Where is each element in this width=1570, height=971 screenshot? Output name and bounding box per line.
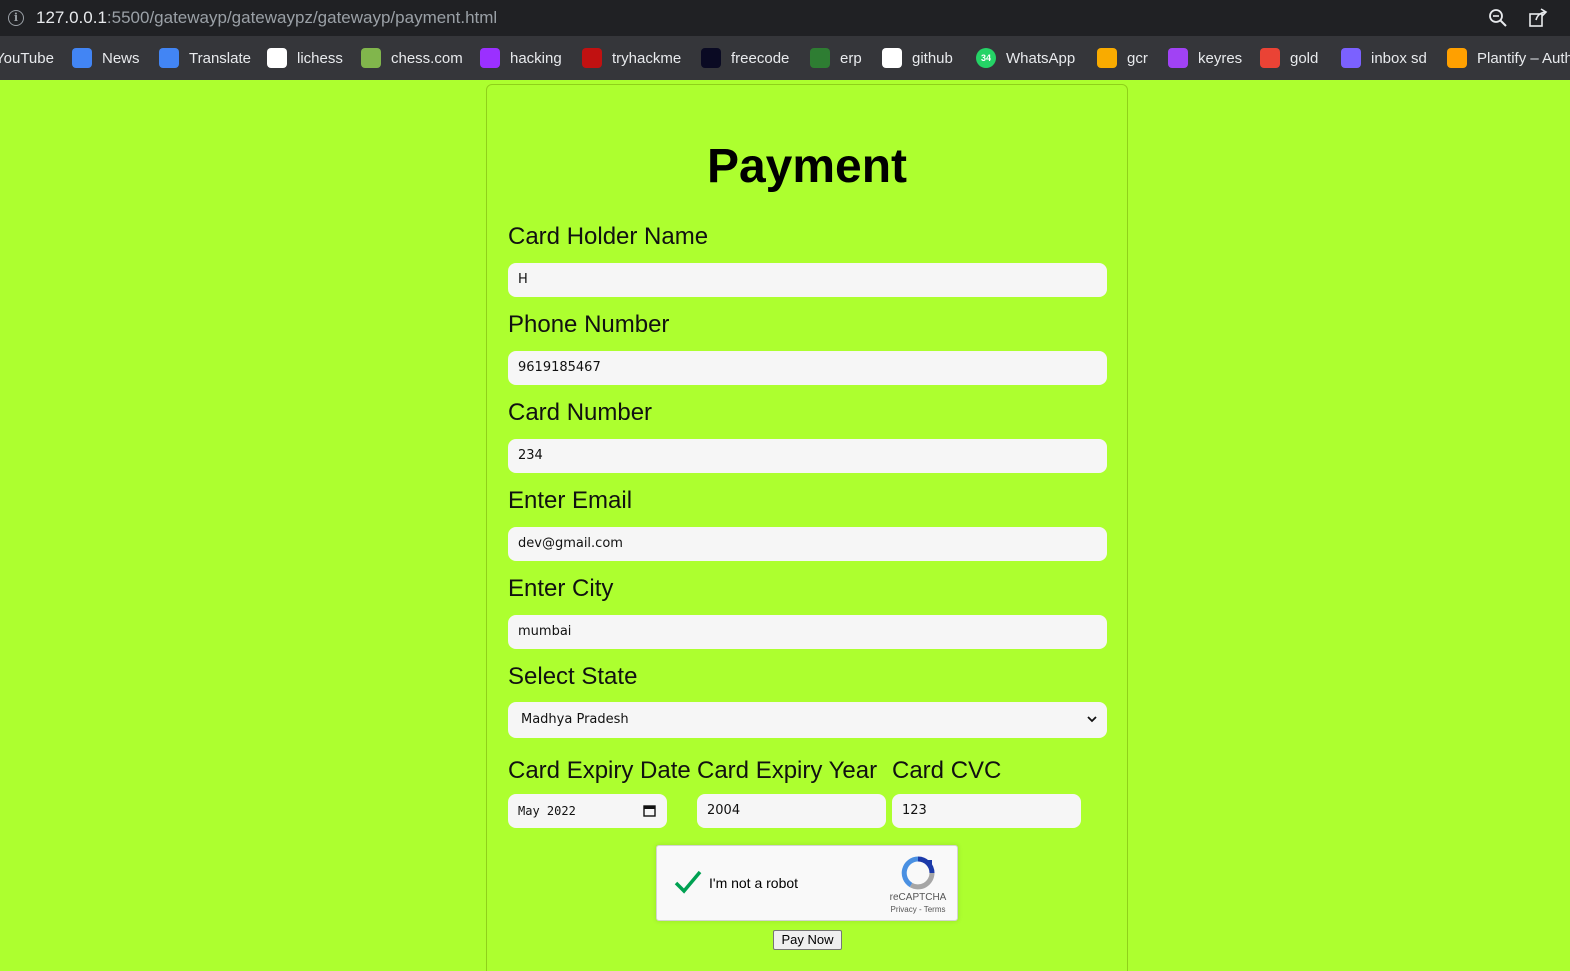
bookmark-youtube[interactable]: YouTube bbox=[0, 48, 54, 68]
bookmark-label: inbox sd bbox=[1371, 49, 1427, 67]
state-label: Select State bbox=[508, 663, 638, 690]
recaptcha-brand: reCAPTCHA bbox=[889, 892, 947, 903]
expiry-date-label: Card Expiry Date bbox=[508, 757, 691, 784]
card-number-label: Card Number bbox=[508, 399, 653, 426]
page-title: Payment bbox=[706, 140, 908, 193]
chess-com-icon bbox=[361, 48, 381, 68]
email-label: Enter Email bbox=[508, 487, 633, 514]
bookmark-hacking[interactable]: hacking bbox=[480, 48, 562, 68]
bookmark-keyres[interactable]: keyres bbox=[1168, 48, 1242, 68]
site-info-icon[interactable]: i bbox=[8, 10, 24, 26]
news-icon bbox=[72, 48, 92, 68]
bookmark-chess-com[interactable]: chess.com bbox=[361, 48, 463, 68]
bookmarks-bar: YouTube News Translate lichess chess.com hack… bbox=[0, 36, 1570, 80]
url-host: 127.0.0.1 bbox=[36, 8, 107, 27]
hacking-icon bbox=[480, 48, 500, 68]
checkmark-icon[interactable] bbox=[673, 868, 703, 896]
github-icon bbox=[882, 48, 902, 68]
phone-input[interactable]: 9619185467 bbox=[508, 351, 1107, 385]
bookmark-whatsapp[interactable]: 34 WhatsApp bbox=[976, 48, 1075, 68]
bookmark-plantify-auth[interactable]: Plantify – Auth bbox=[1447, 48, 1570, 68]
bookmark-label: YouTube bbox=[0, 49, 54, 67]
city-label: Enter City bbox=[508, 575, 614, 602]
bookmark-lichess[interactable]: lichess bbox=[267, 48, 343, 68]
bookmark-label: tryhackme bbox=[612, 49, 682, 67]
state-selected-value: Madhya Pradesh bbox=[521, 712, 629, 727]
bookmark-label: gcr bbox=[1127, 49, 1148, 67]
bookmark-label: lichess bbox=[297, 49, 343, 67]
google-classroom-icon bbox=[1097, 48, 1117, 68]
bookmark-gcr[interactable]: gcr bbox=[1097, 48, 1148, 68]
gmail-icon bbox=[1260, 48, 1280, 68]
url-path: :5500/gatewayp/gatewaypz/gatewayp/paymen… bbox=[106, 8, 498, 27]
bookmark-label: Translate bbox=[189, 49, 251, 67]
card-holder-input[interactable]: H bbox=[508, 263, 1107, 297]
recaptcha-links[interactable]: Privacy - Terms bbox=[871, 905, 965, 914]
freecodecamp-icon bbox=[701, 48, 721, 68]
browser-address-bar: i 127.0.0.1:5500/gatewayp/gatewaypz/gate… bbox=[0, 0, 1570, 36]
expiry-date-input[interactable]: May 2022 bbox=[508, 794, 667, 828]
bookmark-label: gold bbox=[1290, 49, 1319, 67]
card-holder-label: Card Holder Name bbox=[508, 223, 709, 250]
bookmark-label: chess.com bbox=[391, 49, 463, 67]
bookmark-inbox-sd[interactable]: inbox sd bbox=[1341, 48, 1427, 68]
bookmark-gold[interactable]: gold bbox=[1260, 48, 1318, 68]
captcha-text: I'm not a robot bbox=[709, 875, 799, 891]
whatsapp-icon: 34 bbox=[976, 48, 996, 68]
cvc-label: Card CVC bbox=[892, 757, 1002, 784]
bookmark-label: WhatsApp bbox=[1006, 49, 1076, 67]
bookmark-label: keyres bbox=[1198, 49, 1243, 67]
pay-now-button[interactable]: Pay Now bbox=[773, 930, 842, 950]
payment-form: Payment Card Holder Name H Phone Number … bbox=[486, 84, 1128, 971]
bookmark-github[interactable]: github bbox=[882, 48, 953, 68]
translate-icon bbox=[159, 48, 179, 68]
erp-icon bbox=[810, 48, 830, 68]
bookmark-label: hacking bbox=[510, 49, 562, 67]
bookmark-news[interactable]: News bbox=[72, 48, 140, 68]
recaptcha-logo-icon bbox=[901, 856, 935, 890]
bookmark-translate[interactable]: Translate bbox=[159, 48, 251, 68]
recaptcha-widget[interactable]: I'm not a robot reCAPTCHA Privacy - Term… bbox=[656, 845, 958, 921]
calendar-icon[interactable] bbox=[643, 804, 656, 817]
bookmark-freecode[interactable]: freecode bbox=[701, 48, 789, 68]
expiry-year-label: Card Expiry Year bbox=[697, 757, 878, 784]
bookmark-label: News bbox=[102, 49, 140, 67]
lichess-icon bbox=[267, 48, 287, 68]
chevron-down-icon bbox=[1087, 716, 1097, 723]
bookmark-tryhackme[interactable]: tryhackme bbox=[582, 48, 681, 68]
bookmark-label: freecode bbox=[731, 49, 790, 67]
bookmark-label: Plantify – Auth bbox=[1477, 49, 1570, 67]
cvc-input[interactable]: 123 bbox=[892, 794, 1081, 828]
url-field[interactable]: 127.0.0.1:5500/gatewayp/gatewaypz/gatewa… bbox=[36, 8, 497, 28]
tryhackme-icon bbox=[582, 48, 602, 68]
card-number-input[interactable]: 234 bbox=[508, 439, 1107, 473]
keyres-icon bbox=[1168, 48, 1188, 68]
bookmark-label: erp bbox=[840, 49, 862, 67]
phone-label: Phone Number bbox=[508, 311, 670, 338]
city-input[interactable]: mumbai bbox=[508, 615, 1107, 649]
zoom-icon[interactable] bbox=[1488, 8, 1508, 28]
firebase-icon bbox=[1447, 48, 1467, 68]
inbox-icon bbox=[1341, 48, 1361, 68]
email-input[interactable]: dev@gmail.com bbox=[508, 527, 1107, 561]
expiry-year-input[interactable]: 2004 bbox=[697, 794, 886, 828]
bookmark-erp[interactable]: erp bbox=[810, 48, 862, 68]
state-select[interactable]: Madhya Pradesh bbox=[508, 702, 1107, 738]
expiry-date-value: May 2022 bbox=[518, 804, 576, 818]
bookmark-label: github bbox=[912, 49, 953, 67]
share-icon[interactable] bbox=[1528, 8, 1548, 28]
